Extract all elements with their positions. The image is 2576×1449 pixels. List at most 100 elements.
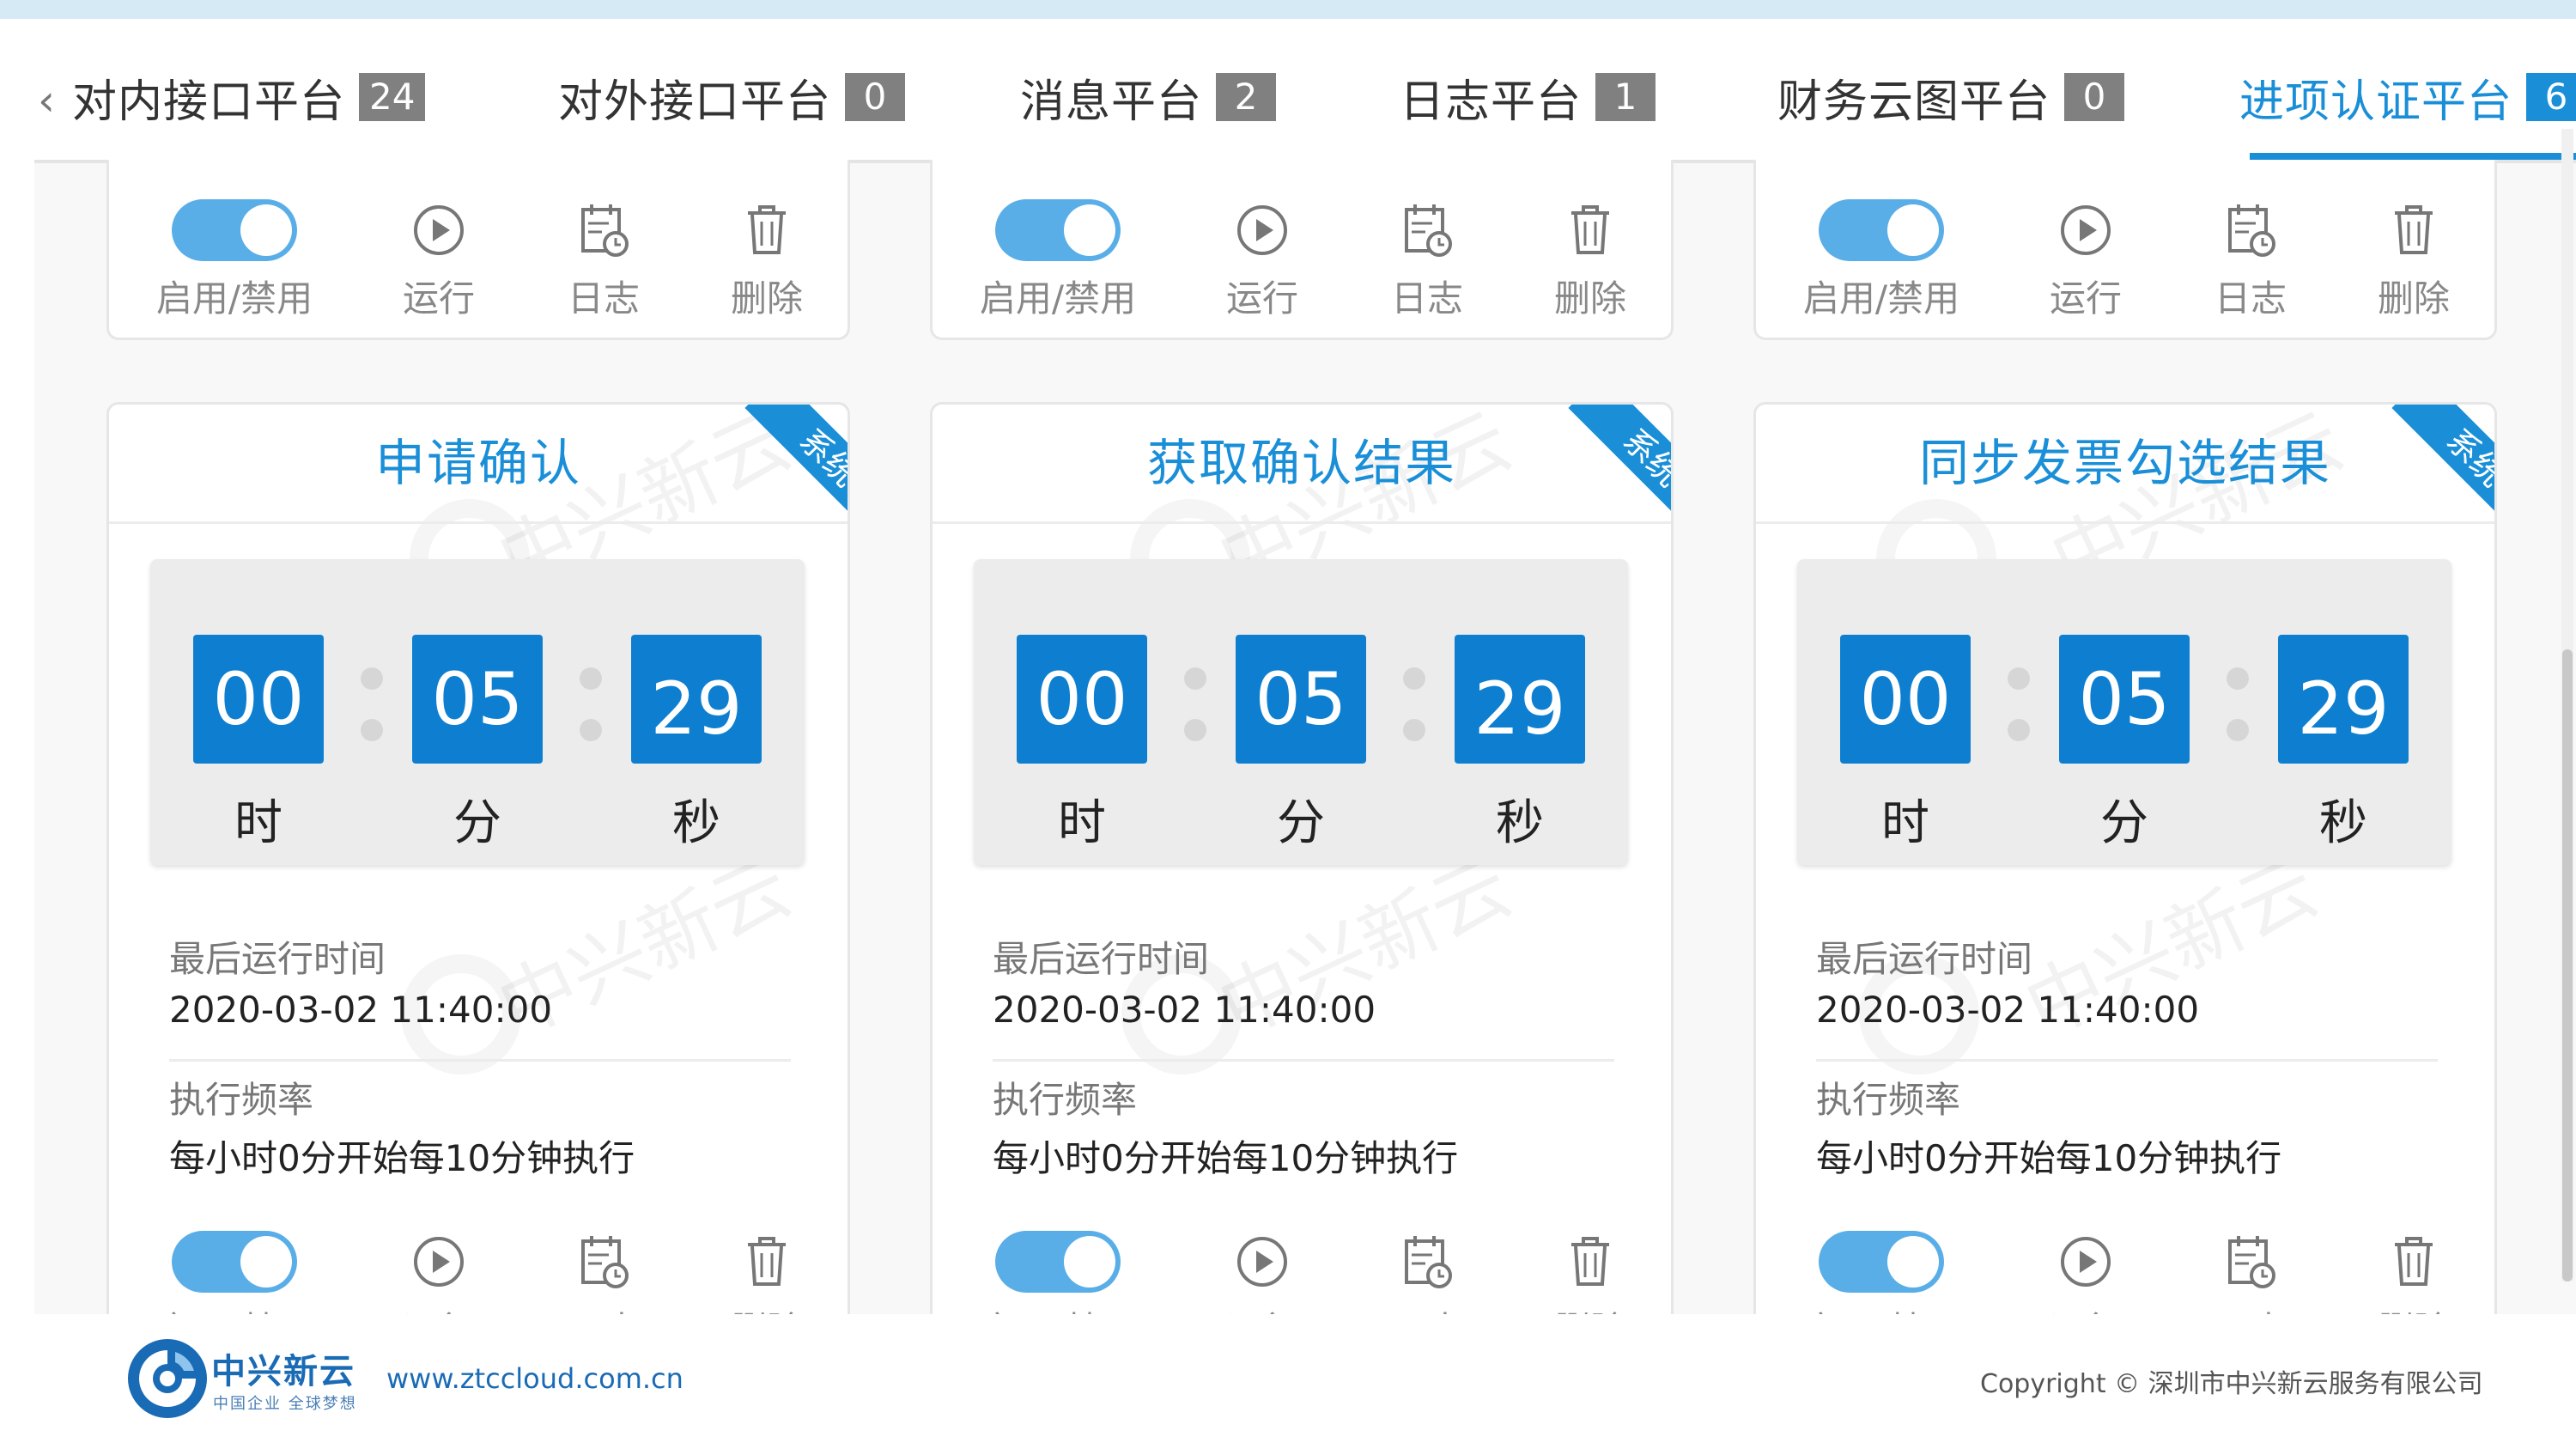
timer-separator [580,719,602,741]
delete-button[interactable]: 删除 [2328,196,2494,322]
tab-label: 日志平台 [1400,76,1583,128]
card-actions: 启用/禁用 运行 日志 删除 [109,1227,848,1314]
toggle-switch[interactable] [1819,199,1944,261]
delete-button[interactable]: 删除 [1504,1227,1671,1314]
tab-count-badge: 0 [845,73,906,121]
timer-unit-minutes: 分 [1277,795,1325,851]
scrollbar-thumb[interactable] [2562,649,2573,1282]
toggle-label: 启用/禁用 [979,277,1137,320]
calendar-clock-icon [581,1236,629,1288]
run-button[interactable]: 运行 [353,1227,525,1314]
timer-hours: 00 [1017,635,1147,764]
task-card-partial: 启用/禁用 运行 日志 删除 [106,160,850,340]
enable-toggle[interactable]: 启用/禁用 [1795,1227,1967,1314]
calendar-clock-icon [581,204,629,257]
card-actions: 启用/禁用 运行 日志 删除 [1756,196,2494,325]
countdown-timer: 00 05 29 时 分 秒 [974,559,1628,865]
log-button[interactable]: 日志 [2165,196,2336,322]
enable-toggle[interactable]: 启用/禁用 [1795,196,1967,322]
run-button[interactable]: 运行 [1176,196,1348,322]
run-button[interactable]: 运行 [1176,1227,1348,1314]
tab-finance-cloud-map[interactable]: 财务云图平台 0 [1777,67,2125,128]
tab-message[interactable]: 消息平台 2 [1020,67,1277,128]
trash-icon [748,1237,786,1286]
toggle-switch[interactable] [1819,1231,1944,1293]
enable-toggle[interactable]: 启用/禁用 [149,196,320,322]
card-actions: 启用/禁用 运行 日志 删除 [933,1227,1671,1314]
timer-separator [361,719,383,741]
platform-tab-bar: ‹ 对内接口平台 24 对外接口平台 0 消息平台 2 日志平台 1 财务云图平… [34,33,2576,163]
calendar-clock-icon [2228,1236,2275,1288]
last-run-value: 2020-03-02 11:40:00 [169,989,553,1031]
delete-label: 删除 [681,1301,848,1314]
play-icon [2061,205,2111,255]
toggle-label: 启用/禁用 [1795,1301,1967,1314]
timer-separator [361,667,383,690]
log-button[interactable]: 日志 [1341,196,1513,322]
tab-input-certification[interactable]: 进项认证平台 6 [2239,67,2576,128]
tab-external-interface[interactable]: 对外接口平台 0 [558,67,906,128]
log-button[interactable]: 日志 [518,196,690,322]
copyright-text: Copyright © 深圳市中兴新云服务有限公司 [1980,1369,2483,1399]
tab-label: 进项认证平台 [2239,76,2513,128]
timer-seconds: 29 [631,635,762,764]
toggle-switch[interactable] [172,199,297,261]
play-icon [2061,1237,2111,1287]
chevron-left-icon[interactable]: ‹ [38,79,55,122]
toggle-switch[interactable] [995,1231,1121,1293]
toggle-label: 启用/禁用 [149,1301,320,1314]
log-button[interactable]: 日志 [1341,1227,1513,1314]
last-run-value: 2020-03-02 11:40:00 [993,989,1376,1031]
timer-minutes: 05 [1236,635,1366,764]
enable-toggle[interactable]: 启用/禁用 [972,1227,1144,1314]
delete-button[interactable]: 删除 [2328,1227,2494,1314]
toggle-label: 启用/禁用 [1802,277,1960,320]
timer-unit-hours: 时 [1881,795,1929,851]
delete-button[interactable]: 删除 [681,196,848,322]
timer-seconds: 29 [2278,635,2409,764]
tab-count-badge: 2 [1216,73,1277,121]
run-label: 运行 [402,277,475,320]
log-label: 日志 [2165,1301,2336,1314]
run-button[interactable]: 运行 [2000,196,2172,322]
tab-internal-interface[interactable]: 对内接口平台 24 [72,67,426,128]
log-label: 日志 [1390,277,1463,320]
timer-separator [1403,667,1425,690]
timer-separator [2227,719,2249,741]
brand-logo-icon [128,1339,207,1418]
trash-icon [1571,205,1609,254]
tab-log[interactable]: 日志平台 1 [1400,67,1656,128]
log-button[interactable]: 日志 [2165,1227,2336,1314]
enable-toggle[interactable]: 启用/禁用 [149,1227,320,1314]
task-card-partial: 启用/禁用 运行 日志 删除 [1753,160,2497,340]
timer-unit-seconds: 秒 [2319,795,2367,851]
toggle-switch[interactable] [995,199,1121,261]
run-label: 运行 [2049,277,2122,320]
countdown-timer: 00 05 29 时 分 秒 [150,559,805,865]
delete-button[interactable]: 删除 [681,1227,848,1314]
toggle-label: 启用/禁用 [972,1301,1144,1314]
timer-separator [2008,667,2030,690]
log-button[interactable]: 日志 [518,1227,690,1314]
timer-unit-hours: 时 [234,795,283,851]
ribbon-label: 系统 [2391,405,2494,533]
run-button[interactable]: 运行 [2000,1227,2172,1314]
slide-footer: 中兴新云 中国企业 全球梦想 www.ztccloud.com.cn Copyr… [0,1314,2576,1449]
timer-unit-hours: 时 [1058,795,1106,851]
toggle-switch[interactable] [172,1231,297,1293]
tab-label: 消息平台 [1020,76,1203,128]
log-label: 日志 [2214,277,2287,320]
task-card-sync-invoice-selection: 中兴新云 中兴新云 同步发票勾选结果 系统 00 05 29 时 分 秒 最后运… [1753,402,2497,1314]
run-button[interactable]: 运行 [353,196,525,322]
delete-label: 删除 [1553,277,1626,320]
website-link[interactable]: www.ztccloud.com.cn [386,1362,683,1395]
trash-icon [2395,205,2433,254]
active-tab-indicator [2250,153,2576,160]
timer-unit-minutes: 分 [2100,795,2148,851]
play-icon [414,1237,464,1287]
timer-separator [1184,667,1206,690]
trash-icon [2395,1237,2433,1286]
timer-unit-minutes: 分 [453,795,501,851]
enable-toggle[interactable]: 启用/禁用 [972,196,1144,322]
delete-button[interactable]: 删除 [1504,196,1671,322]
